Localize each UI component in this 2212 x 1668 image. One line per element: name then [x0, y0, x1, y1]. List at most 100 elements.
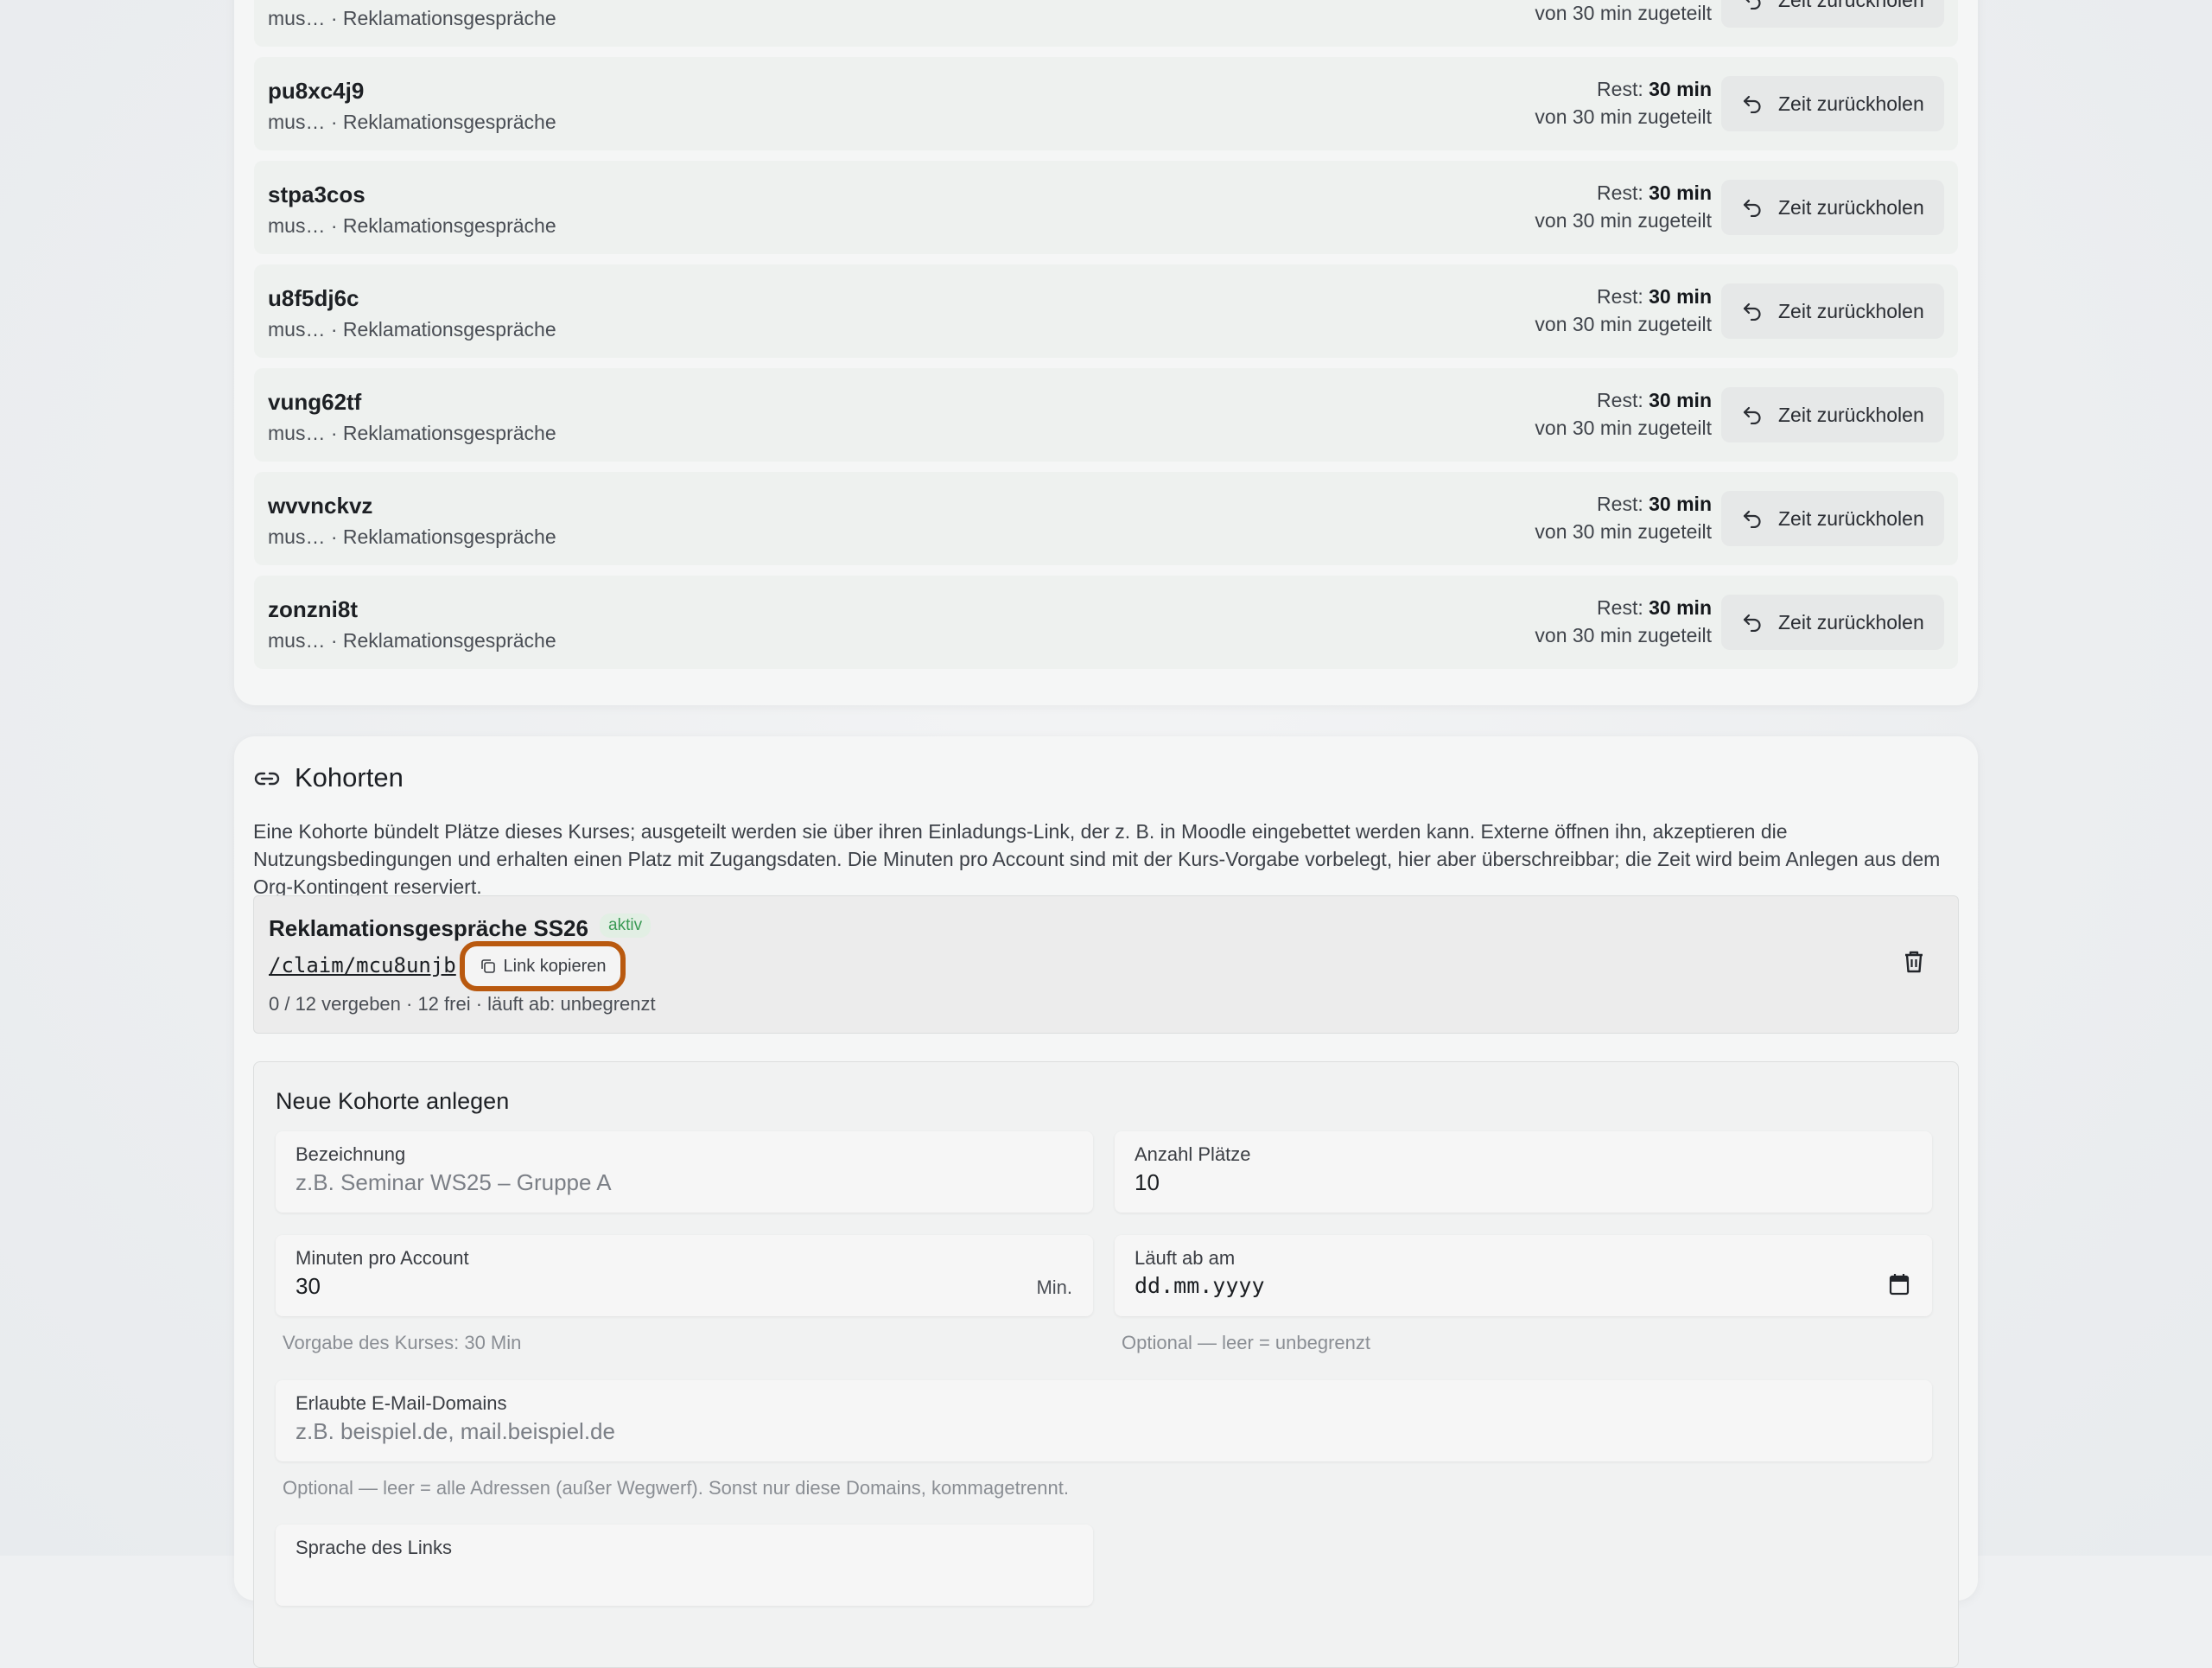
undo-icon	[1745, 0, 1761, 10]
sprache-label: Sprache des Links	[296, 1537, 452, 1558]
allocated-time: von 30 min zugeteilt	[1535, 209, 1712, 232]
rest-time: Rest: 30 min	[1597, 181, 1712, 205]
status-badge: aktiv	[600, 914, 652, 938]
account-subtitle: mus… · Reklamationsgespräche	[268, 318, 556, 341]
copy-icon	[480, 959, 495, 973]
plaetze-field[interactable]: Anzahl Plätze 10	[1115, 1131, 1932, 1213]
reclaim-time-label: Zeit zurückholen	[1778, 92, 1924, 115]
bezeichnung-label: Bezeichnung	[296, 1143, 406, 1165]
account-subtitle: mus… · Reklamationsgespräche	[268, 111, 556, 133]
account-row: p5sxs52bmus… · ReklamationsgesprächeRest…	[254, 0, 1958, 47]
undo-icon	[1743, 199, 1761, 217]
accounts-card: p5sxs52b mus… · Reklamationsgespräche Rest…	[234, 0, 1978, 705]
reclaim-time-label: Zeit zurückholen	[1778, 610, 1924, 633]
rest-value: 30 min	[1649, 389, 1712, 411]
domains-label: Erlaubte E-Mail-Domains	[296, 1392, 507, 1414]
rest-time: Rest: 30 min	[1597, 285, 1712, 309]
reclaim-time-button[interactable]: Zeit zurückholen	[1721, 180, 1944, 235]
ablauf-hint: Optional — leer = unbegrenzt	[1122, 1332, 1371, 1353]
minuten-input[interactable]: 30	[296, 1273, 321, 1300]
account-name: pu8xc4j9	[268, 78, 365, 104]
rest-label: Rest:	[1597, 285, 1643, 308]
link-icon	[254, 772, 280, 786]
rest-value: 30 min	[1649, 596, 1712, 619]
account-row: zonzni8t mus… · Reklamationsgespräche Rest…	[254, 576, 1958, 669]
account-row: pu8xc4j9 mus… · Reklamationsgespräche Rest…	[254, 57, 1958, 150]
new-cohort-title: Neue Kohorte anlegen	[276, 1088, 510, 1114]
reclaim-time-button[interactable]: Zeit zurückholen	[1721, 0, 1944, 28]
reclaim-time-label: Zeit zurückholen	[1778, 403, 1924, 426]
plaetze-label: Anzahl Plätze	[1135, 1143, 1251, 1165]
kohorten-description: Eine Kohorte bündelt Plätze dieses Kurse…	[253, 820, 1941, 898]
domains-hint: Optional — leer = alle Adressen (außer W…	[283, 1477, 1069, 1499]
rest-time: Rest: 30 min	[1597, 78, 1712, 101]
rest-label: Rest:	[1597, 389, 1643, 411]
rest-label: Rest:	[1597, 78, 1643, 100]
reclaim-time-button[interactable]: Zeit zurückholen	[1721, 76, 1944, 131]
rest-label: Rest:	[1597, 493, 1643, 515]
account-subtitle: mus… · Reklamationsgespräche	[268, 422, 556, 444]
allocated-time: von 30 min zugeteilt	[1535, 624, 1712, 646]
minuten-label: Minuten pro Account	[296, 1247, 469, 1269]
account-subtitle: mus… · Reklamationsgespräche	[268, 629, 556, 652]
account-name: zonzni8t	[268, 596, 358, 622]
undo-icon	[1743, 614, 1761, 632]
allocated-time: von 30 min zugeteilt	[1535, 313, 1712, 335]
kohorten-title: Kohorten	[295, 762, 404, 793]
account-row: u8f5dj6c mus… · Reklamationsgespräche Rest…	[254, 264, 1958, 358]
ablauf-input[interactable]: dd.mm.yyyy	[1135, 1273, 1265, 1298]
rest-label: Rest:	[1597, 596, 1643, 619]
domains-field[interactable]: Erlaubte E-Mail-Domains z.B. beispiel.de…	[276, 1380, 1932, 1461]
bezeichnung-field[interactable]: Bezeichnung z.B. Seminar WS25 – Gruppe A	[276, 1131, 1093, 1213]
minuten-suffix: Min.	[1036, 1276, 1072, 1298]
copy-link-button[interactable]: Link kopieren	[460, 941, 626, 991]
minuten-field[interactable]: Minuten pro Account 30 Min.	[276, 1235, 1093, 1316]
rest-time: Rest: 30 min	[1597, 389, 1712, 412]
minuten-hint: Vorgabe des Kurses: 30 Min	[283, 1332, 522, 1353]
cohort-meta: 0 / 12 vergeben · 12 frei · läuft ab: un…	[269, 993, 656, 1015]
account-subtitle: mus… · Reklamationsgespräche	[268, 525, 556, 548]
account-name: vung62tf	[268, 389, 362, 415]
rest-time: Rest: 30 min	[1597, 493, 1712, 516]
cohort-item: Reklamationsgespräche SS26 aktiv /claim/…	[253, 895, 1959, 1034]
claim-link[interactable]: /claim/mcu8unjb	[269, 953, 456, 977]
sprache-field[interactable]: Sprache des Links	[276, 1525, 1093, 1606]
undo-icon	[1743, 406, 1761, 424]
reclaim-time-button[interactable]: Zeit zurückholen	[1721, 595, 1944, 650]
reclaim-time-button[interactable]: Zeit zurückholen	[1721, 283, 1944, 339]
plaetze-input[interactable]: 10	[1135, 1169, 1160, 1196]
copy-link-label: Link kopieren	[503, 956, 607, 976]
cohort-name: Reklamationsgespräche SS26	[269, 915, 588, 941]
ablauf-label: Läuft ab am	[1135, 1247, 1236, 1269]
reclaim-time-label: Zeit zurückholen	[1778, 0, 1924, 12]
account-name: wvvnckvz	[268, 493, 373, 519]
account-name: stpa3cos	[268, 181, 365, 207]
reclaim-time-label: Zeit zurückholen	[1778, 506, 1924, 530]
undo-icon	[1743, 95, 1761, 113]
undo-icon	[1743, 510, 1761, 528]
allocated-time: von 30 min zugeteilt	[1535, 105, 1712, 128]
reclaim-time-label: Zeit zurückholen	[1778, 195, 1924, 219]
reclaim-time-button[interactable]: Zeit zurückholen	[1721, 387, 1944, 442]
account-subtitle: mus… · Reklamationsgespräche	[268, 7, 556, 29]
account-name: p5sxs52b	[268, 0, 371, 1]
ablauf-field[interactable]: Läuft ab am dd.mm.yyyy	[1115, 1235, 1932, 1316]
trash-icon[interactable]	[1903, 950, 1925, 974]
rest-value: 30 min	[1649, 285, 1712, 308]
rest-label: Rest:	[1597, 181, 1643, 204]
kohorten-card: Kohorten Eine Kohorte bündelt Plätze die…	[234, 736, 1978, 1668]
allocated-time: von 30 min zugeteilt	[1535, 2, 1712, 24]
account-row: wvvnckvz mus… · Reklamationsgespräche Rest…	[254, 472, 1958, 565]
allocated-time: von 30 min zugeteilt	[1535, 417, 1712, 439]
rest-value: 30 min	[1649, 493, 1712, 515]
domains-input[interactable]: z.B. beispiel.de, mail.beispiel.de	[296, 1418, 615, 1445]
rest-value: 30 min	[1649, 78, 1712, 100]
account-subtitle: mus… · Reklamationsgespräche	[268, 214, 556, 237]
account-row: vung62tf mus… · Reklamationsgespräche Rest…	[254, 368, 1958, 462]
calendar-icon[interactable]	[1889, 1273, 1910, 1296]
rest-value: 30 min	[1649, 181, 1712, 204]
bezeichnung-input[interactable]: z.B. Seminar WS25 – Gruppe A	[296, 1169, 612, 1196]
reclaim-time-button[interactable]: Zeit zurückholen	[1721, 491, 1944, 546]
allocated-time: von 30 min zugeteilt	[1535, 520, 1712, 543]
undo-icon	[1743, 302, 1761, 321]
